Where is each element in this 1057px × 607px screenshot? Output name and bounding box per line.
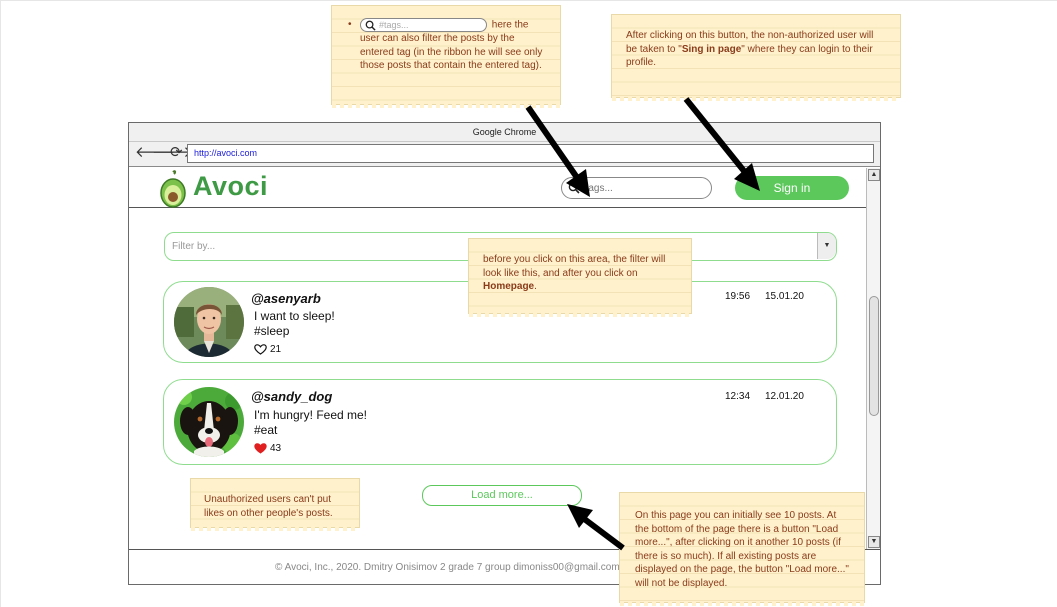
note-load-more-text: On this page you can initially see 10 po…	[635, 510, 849, 589]
note-tag-search-text: #tags... here the user can also filter t…	[344, 18, 548, 73]
likes-count-row: 21	[254, 344, 281, 355]
note-sign-in-bold: Sing in page	[681, 43, 742, 55]
note-filter-before: before you click on this area, the filte…	[483, 254, 666, 279]
post-text: I'm hungry! Feed me!	[254, 408, 368, 422]
likes-count-row: 43	[254, 443, 281, 454]
arrow-to-load-more-icon	[567, 504, 625, 551]
scrollbar-thumb[interactable]	[869, 296, 879, 416]
vertical-scrollbar[interactable]: ▲ ▼	[866, 168, 880, 549]
note-tag-search: #tags... here the user can also filter t…	[331, 5, 561, 108]
post-time: 19:56	[725, 291, 751, 302]
post-date: 15.01.20	[765, 291, 804, 302]
post-time: 12:34	[725, 391, 751, 402]
post-username[interactable]: @sandy_dog	[251, 389, 332, 404]
mockup-canvas: Google Chrome 🡐 🡒 ⟳ http://avoci.com Avo…	[0, 0, 1057, 607]
load-more-button[interactable]: Load more...	[422, 485, 582, 506]
note-load-more: On this page you can initially see 10 po…	[619, 492, 865, 606]
post-date: 12.01.20	[765, 391, 804, 402]
post-tag[interactable]: #eat	[254, 423, 277, 437]
note-filter-bold: Homepage	[483, 281, 535, 292]
note-sign-in: After clicking on this button, the non-a…	[611, 14, 901, 101]
arrow-to-tag-search-icon	[525, 105, 590, 197]
filter-placeholder: Filter by...	[172, 241, 216, 252]
note-likes: Unauthorized users can't put likes on ot…	[190, 478, 360, 531]
heart-outline-icon[interactable]	[254, 344, 267, 355]
site-brand[interactable]: Avoci	[193, 171, 268, 202]
chevron-down-icon[interactable]: ▼	[817, 233, 836, 259]
note-filter-after: .	[534, 281, 537, 292]
avatar[interactable]	[174, 287, 244, 357]
likes-count: 21	[270, 344, 282, 356]
heart-filled-icon[interactable]	[254, 443, 267, 454]
post-text: I want to sleep!	[254, 309, 335, 323]
note-filter: before you click on this area, the filte…	[468, 238, 692, 317]
scroll-up-icon[interactable]: ▲	[868, 169, 880, 181]
search-icon	[365, 20, 376, 31]
avatar[interactable]	[174, 387, 244, 457]
scroll-down-icon[interactable]: ▼	[868, 536, 880, 548]
mini-tag-search-field: #tags...	[360, 18, 487, 32]
avocado-logo-icon[interactable]	[159, 170, 187, 213]
post-username[interactable]: @asenyarb	[251, 291, 321, 306]
post-card: @sandy_dog I'm hungry! Feed me! #eat 12:…	[163, 379, 837, 465]
arrow-to-sign-in-icon	[683, 97, 760, 191]
post-tag[interactable]: #sleep	[254, 324, 289, 338]
mini-tag-search-placeholder: #tags...	[379, 20, 409, 30]
note-likes-text: Unauthorized users can't put likes on ot…	[204, 494, 333, 519]
reload-icon[interactable]: ⟳	[170, 145, 183, 161]
likes-count: 43	[270, 443, 282, 455]
